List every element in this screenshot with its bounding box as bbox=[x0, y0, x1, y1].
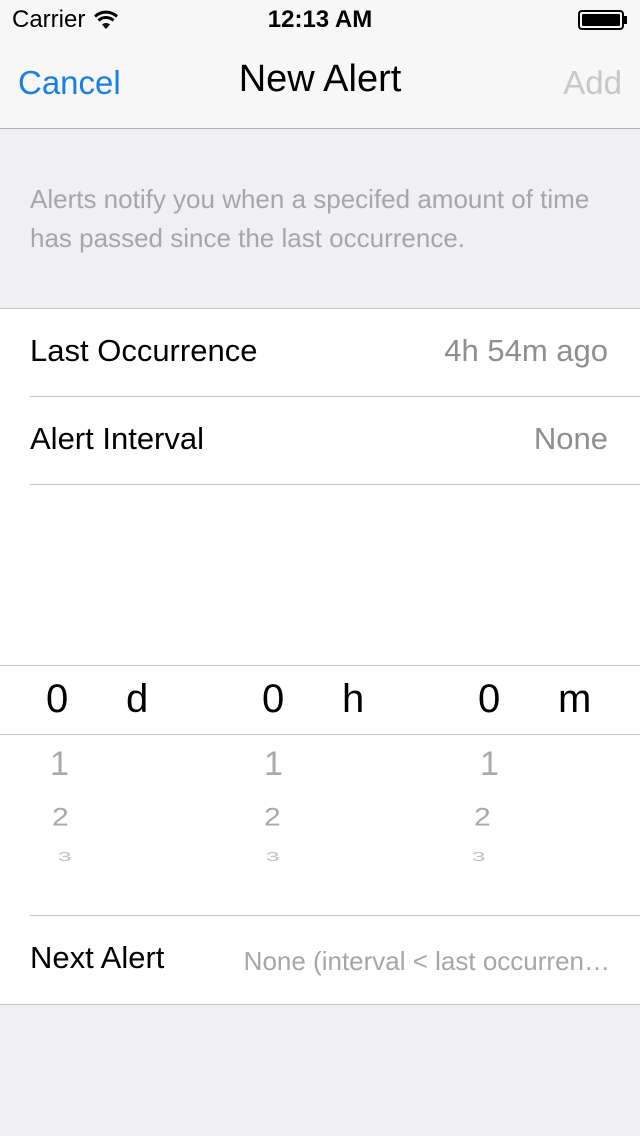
days-wheel[interactable]: 0 d 1 2 3 bbox=[0, 665, 200, 915]
minutes-unit-label: m bbox=[558, 677, 592, 721]
next-alert-label: Next Alert bbox=[30, 940, 165, 975]
page-title: New Alert bbox=[238, 58, 402, 100]
minutes-option[interactable]: 1 bbox=[480, 745, 499, 784]
description-text: Alerts notify you when a specifed amount… bbox=[30, 184, 590, 253]
days-option[interactable]: 2 bbox=[52, 804, 69, 832]
battery-icon bbox=[578, 10, 627, 30]
hours-option[interactable]: 3 bbox=[266, 849, 279, 864]
alert-interval-row[interactable]: Alert Interval None bbox=[30, 397, 640, 485]
days-unit-label: d bbox=[126, 677, 149, 721]
alert-interval-label: Alert Interval bbox=[30, 421, 205, 456]
new-alert-screen: Carrier 12:13 AM Cancel New Alert Add Al… bbox=[0, 0, 640, 1136]
status-bar: Carrier 12:13 AM bbox=[0, 0, 640, 40]
status-time: 12:13 AM bbox=[267, 6, 373, 33]
hours-wheel[interactable]: 0 h 1 2 3 bbox=[216, 665, 416, 915]
next-alert-value: None (interval < last occurren… bbox=[243, 946, 610, 976]
add-button[interactable]: Add bbox=[563, 64, 622, 102]
alert-interval-value: None bbox=[533, 421, 608, 456]
days-option[interactable]: 3 bbox=[58, 849, 71, 864]
minutes-option[interactable]: 2 bbox=[474, 804, 491, 832]
days-option[interactable]: 1 bbox=[50, 745, 69, 784]
days-selected-value: 0 bbox=[46, 677, 69, 721]
last-occurrence-label: Last Occurrence bbox=[30, 333, 258, 368]
hours-selected-value: 0 bbox=[262, 677, 285, 721]
alert-settings-group: Last Occurrence 4h 54m ago Alert Interva… bbox=[0, 308, 640, 1005]
interval-picker[interactable]: 0 d 1 2 3 0 h 1 2 3 0 m 1 2 3 bbox=[0, 665, 640, 915]
hours-option[interactable]: 1 bbox=[264, 745, 283, 784]
hours-option[interactable]: 2 bbox=[264, 804, 281, 832]
hours-unit-label: h bbox=[342, 677, 365, 721]
minutes-wheel[interactable]: 0 m 1 2 3 bbox=[432, 665, 632, 915]
next-alert-row[interactable]: Next Alert None (interval < last occurre… bbox=[30, 915, 640, 1004]
last-occurrence-row[interactable]: Last Occurrence 4h 54m ago bbox=[30, 309, 640, 397]
minutes-option[interactable]: 3 bbox=[472, 849, 485, 864]
minutes-selected-value: 0 bbox=[478, 677, 501, 721]
last-occurrence-value: 4h 54m ago bbox=[444, 333, 608, 368]
navigation-bar: Cancel New Alert Add bbox=[0, 40, 640, 128]
top-bar: Carrier 12:13 AM Cancel New Alert Add bbox=[0, 0, 640, 129]
